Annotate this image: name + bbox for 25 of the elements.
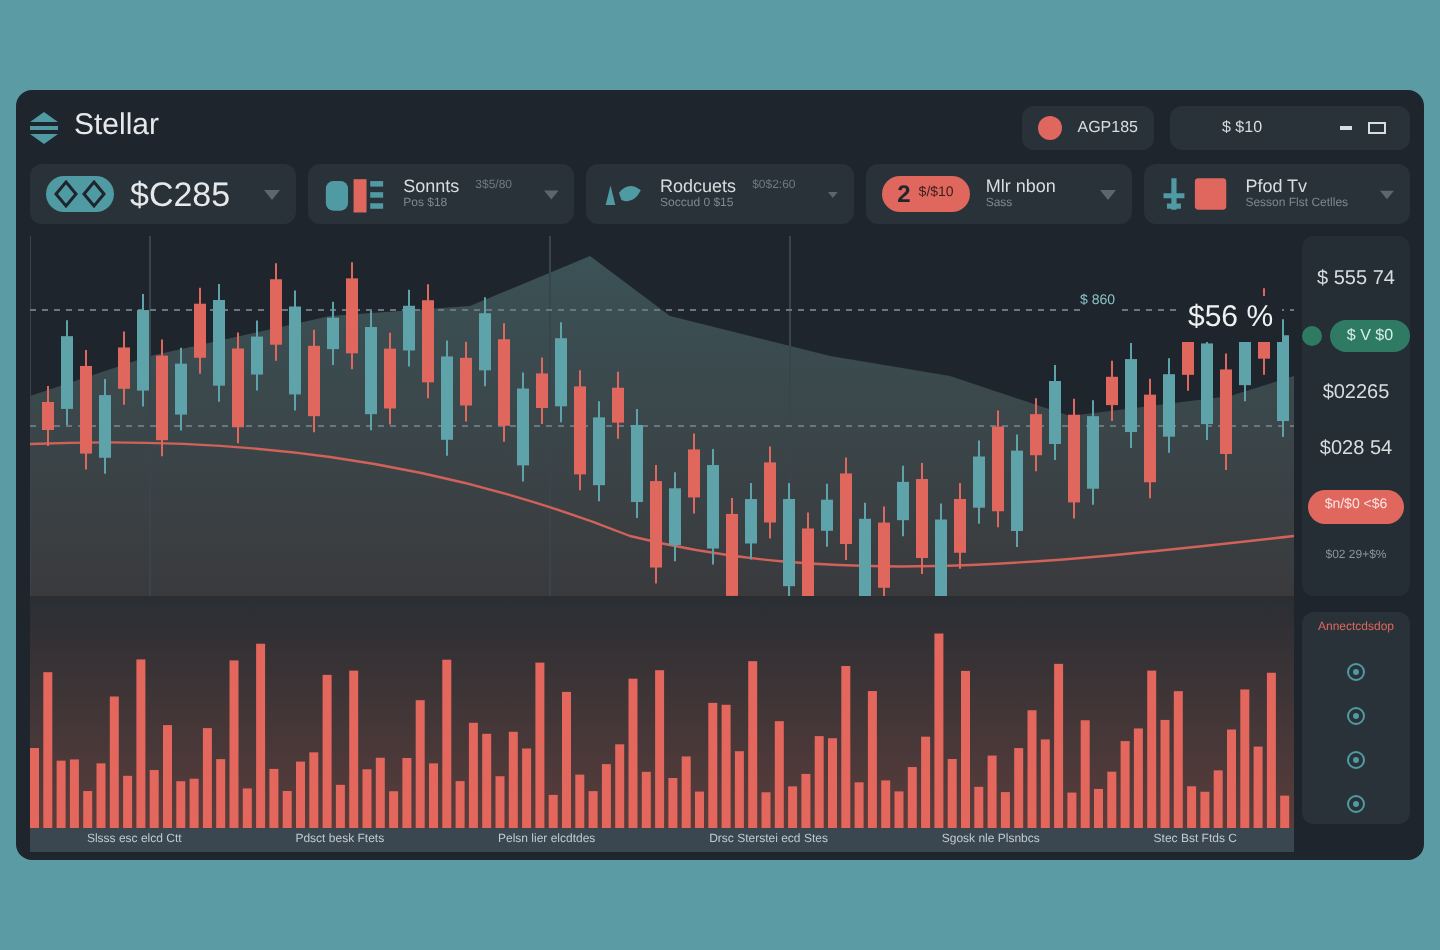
card-title: Pfod Tv <box>1245 175 1308 197</box>
caret-icon <box>544 189 559 199</box>
summary-card[interactable]: $C285 <box>30 164 297 224</box>
price-level: $028 54 <box>1319 436 1393 465</box>
price-level: $02265 <box>1322 380 1390 409</box>
caret-icon <box>827 189 838 199</box>
card-title: Rodcuets <box>660 175 737 197</box>
price-change-label: $56 % <box>1180 296 1282 341</box>
change-pill[interactable]: $ V $0 <box>1330 320 1410 353</box>
card-title: Sonnts <box>403 175 460 197</box>
account-badge[interactable]: AGP185 <box>1021 105 1154 149</box>
price-level: $ 555 74 <box>1317 266 1395 295</box>
caret-icon <box>264 189 281 199</box>
caret-icon <box>1380 189 1395 199</box>
window-icon[interactable] <box>1368 121 1386 133</box>
badge-number: 2 <box>897 178 911 212</box>
app-name: Stellar <box>74 106 160 147</box>
card-title: Mlr nbon <box>985 175 1056 197</box>
balance-value: $ $10 <box>1222 115 1263 139</box>
price-value: $C285 <box>130 177 231 211</box>
minimize-icon[interactable] <box>1340 125 1352 129</box>
logo-icon <box>30 111 58 143</box>
caret-icon <box>1099 189 1116 199</box>
account-code: AGP185 <box>1077 115 1138 139</box>
balance-box[interactable]: $ $10 <box>1170 105 1410 149</box>
